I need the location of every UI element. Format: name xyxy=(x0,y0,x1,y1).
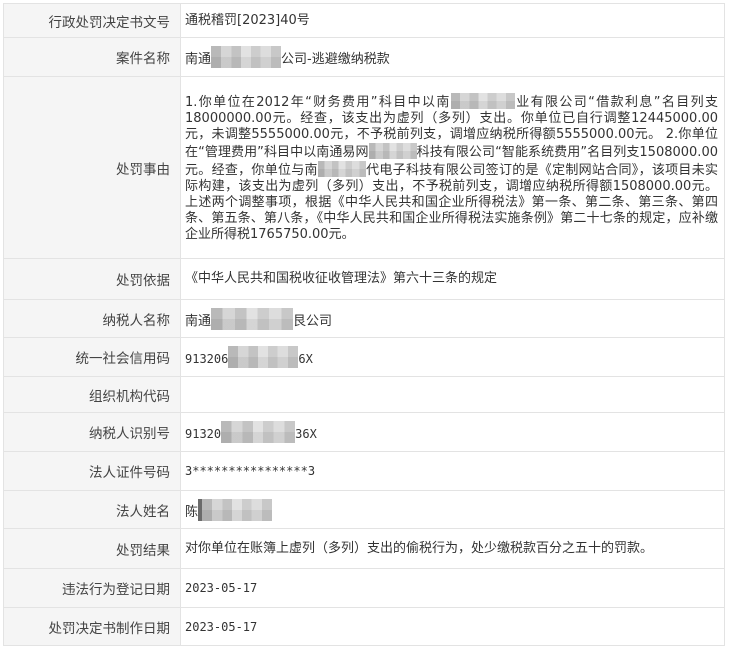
legal-id-label: 法人证件号码 xyxy=(3,451,181,491)
decision-date-value: 2023-05-17 xyxy=(180,607,725,646)
redaction-mosaic xyxy=(450,92,515,109)
decision-number-value: 通税稽罚[2023]40号 xyxy=(180,3,725,38)
case-name-prefix: 南通 xyxy=(185,52,212,67)
credit-code-label: 统一社会信用码 xyxy=(3,337,181,377)
table-row: 纳税人识别号 91320 36X xyxy=(3,412,725,452)
table-row: 法人姓名 陈 xyxy=(3,490,725,529)
table-row: 组织机构代码 xyxy=(3,376,725,413)
table-row: 行政处罚决定书文号 通税稽罚[2023]40号 xyxy=(3,3,725,38)
taxpayer-name-prefix: 南通 xyxy=(185,313,212,329)
penalty-record-page: 行政处罚决定书文号 通税稽罚[2023]40号 案件名称 南通 公司-逃避缴纳税款… xyxy=(0,0,733,670)
credit-code-value: 913206 6X xyxy=(180,337,725,377)
penalty-result-value: 对你单位在账簿上虚列（多列）支出的偷税行为，处少缴税款百分之五十的罚款。 xyxy=(180,528,725,569)
penalty-basis-value: 《中华人民共和国税收征收管理法》第六十三条的规定 xyxy=(180,258,725,300)
taxpayer-id-prefix: 91320 xyxy=(185,427,222,441)
table-row: 处罚依据 《中华人民共和国税收征收管理法》第六十三条的规定 xyxy=(3,258,725,300)
taxpayer-name-label: 纳税人名称 xyxy=(3,299,181,338)
case-name-label: 案件名称 xyxy=(3,37,181,77)
org-code-label: 组织机构代码 xyxy=(3,376,181,413)
table-row: 法人证件号码 3****************3 xyxy=(3,451,725,491)
legal-name-value: 陈 xyxy=(180,490,725,529)
legal-name-label: 法人姓名 xyxy=(3,490,181,529)
org-code-value xyxy=(180,376,725,413)
penalty-basis-label: 处罚依据 xyxy=(3,258,181,300)
table-row: 处罚结果 对你单位在账簿上虚列（多列）支出的偷税行为，处少缴税款百分之五十的罚款… xyxy=(3,528,725,569)
penalty-reason-label: 处罚事由 xyxy=(3,76,181,259)
violation-date-value: 2023-05-17 xyxy=(180,568,725,608)
penalty-info-table: 行政处罚决定书文号 通税稽罚[2023]40号 案件名称 南通 公司-逃避缴纳税款… xyxy=(3,3,725,646)
taxpayer-id-value: 91320 36X xyxy=(180,412,725,452)
decision-number-label: 行政处罚决定书文号 xyxy=(3,3,181,38)
taxpayer-name-suffix: 艮公司 xyxy=(293,313,333,329)
redaction-mosaic xyxy=(368,142,417,159)
redaction-mosaic xyxy=(211,307,294,330)
redaction-mosaic xyxy=(317,160,366,177)
case-name-suffix: 公司-逃避缴纳税款 xyxy=(281,52,390,67)
table-row: 处罚决定书制作日期 2023-05-17 xyxy=(3,607,725,646)
legal-id-value: 3****************3 xyxy=(180,451,725,491)
table-row: 纳税人名称 南通 艮公司 xyxy=(3,299,725,338)
violation-date-label: 违法行为登记日期 xyxy=(3,568,181,608)
redaction-mosaic xyxy=(228,346,299,368)
taxpayer-id-label: 纳税人识别号 xyxy=(3,412,181,452)
legal-name-prefix: 陈 xyxy=(185,504,199,520)
penalty-result-label: 处罚结果 xyxy=(3,528,181,569)
credit-code-prefix: 913206 xyxy=(185,352,229,366)
decision-date-label: 处罚决定书制作日期 xyxy=(3,607,181,646)
case-name-value: 南通 公司-逃避缴纳税款 xyxy=(180,37,725,77)
redaction-mosaic xyxy=(211,46,282,68)
taxpayer-name-value: 南通 艮公司 xyxy=(180,299,725,338)
credit-code-suffix: 6X xyxy=(298,352,313,366)
table-row: 案件名称 南通 公司-逃避缴纳税款 xyxy=(3,37,725,77)
redaction-mosaic xyxy=(198,498,273,521)
table-row: 统一社会信用码 913206 6X xyxy=(3,337,725,377)
penalty-reason-value: 1.你单位在2012年“财务费用”科目中以南 业有限公司“借款利息”名目列支180… xyxy=(180,76,725,259)
penalty-reason-part1: 1.你单位在2012年“财务费用”科目中以南 xyxy=(185,94,451,110)
table-row: 违法行为登记日期 2023-05-17 xyxy=(3,568,725,608)
taxpayer-id-suffix: 36X xyxy=(295,427,317,441)
redaction-mosaic xyxy=(221,421,296,443)
table-row: 处罚事由 1.你单位在2012年“财务费用”科目中以南 业有限公司“借款利息”名目… xyxy=(3,76,725,259)
